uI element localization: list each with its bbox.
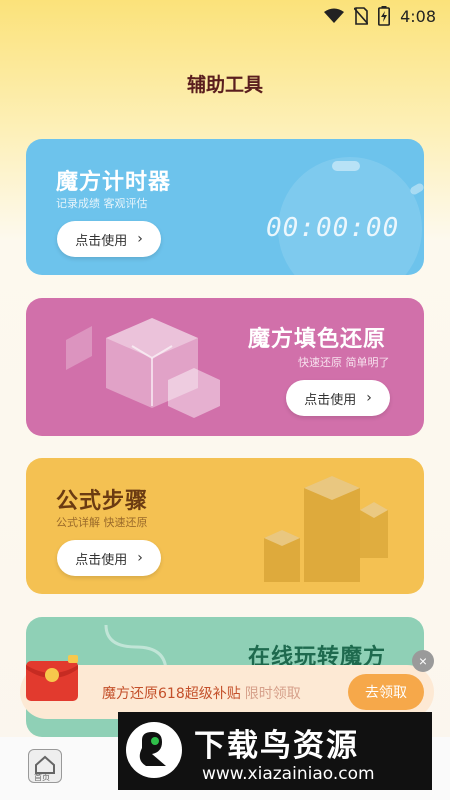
promo-banner[interactable]: 魔方还原618超级补贴 限时领取 去领取 (20, 655, 434, 719)
timer-display: 00:00:00 (266, 213, 400, 243)
close-icon[interactable]: × (412, 650, 434, 672)
use-button-label: 点击使用 (75, 233, 128, 249)
card-subtitle: 公式详解 快速还原 (56, 516, 148, 529)
chevron-right-icon: › (137, 231, 143, 247)
status-time: 4:08 (400, 6, 436, 26)
chevron-right-icon: › (366, 390, 372, 406)
bar-chart-illustration (264, 476, 388, 582)
timer-card[interactable]: 魔方计时器 记录成绩 客观评估 00:00:00 点击使用 › (26, 139, 424, 275)
battery-charging-icon (378, 6, 391, 26)
red-envelope-icon (26, 655, 78, 701)
home-tab-label: 首页 (34, 773, 50, 782)
color-fill-card[interactable]: 魔方填色还原 快速还原 简单明了 点击使用 › (26, 298, 424, 436)
use-button[interactable]: 点击使用 › (57, 540, 161, 576)
card-subtitle: 记录成绩 客观评估 (56, 197, 148, 210)
watermark-title: 下载鸟资源 (194, 728, 359, 764)
status-icons: 4:08 (324, 6, 436, 26)
cube-illustration (66, 318, 220, 418)
formula-steps-card[interactable]: 公式步骤 公式详解 快速还原 点击使用 › (26, 458, 424, 594)
no-sim-icon (354, 7, 369, 25)
use-button[interactable]: 点击使用 › (286, 380, 390, 416)
card-title: 魔方计时器 (56, 170, 172, 195)
promo-text: 魔方还原618超级补贴 限时领取 (102, 683, 301, 703)
status-bar: 4:08 (0, 0, 450, 32)
use-button-label: 点击使用 (304, 392, 357, 408)
promo-headline: 魔方还原618超级补贴 (102, 686, 241, 702)
watermark-logo (126, 722, 182, 778)
stopwatch-illustration (278, 157, 424, 275)
card-subtitle: 快速还原 简单明了 (298, 356, 390, 369)
card-title: 公式步骤 (56, 489, 149, 514)
chevron-right-icon: › (137, 550, 143, 566)
home-tab[interactable]: 首页 (28, 749, 62, 783)
promo-limited: 限时领取 (244, 686, 301, 702)
card-title: 魔方填色还原 (248, 327, 387, 352)
bird-logo-icon (139, 732, 166, 766)
claim-button[interactable]: 去领取 (348, 674, 424, 710)
use-button-label: 点击使用 (75, 552, 128, 568)
use-button[interactable]: 点击使用 › (57, 221, 161, 257)
watermark-url: www.xiazainiao.com (202, 764, 375, 784)
wifi-icon (324, 8, 345, 23)
page-title: 辅助工具 (186, 74, 263, 96)
watermark: 下载鸟资源 www.xiazainiao.com (118, 712, 432, 790)
